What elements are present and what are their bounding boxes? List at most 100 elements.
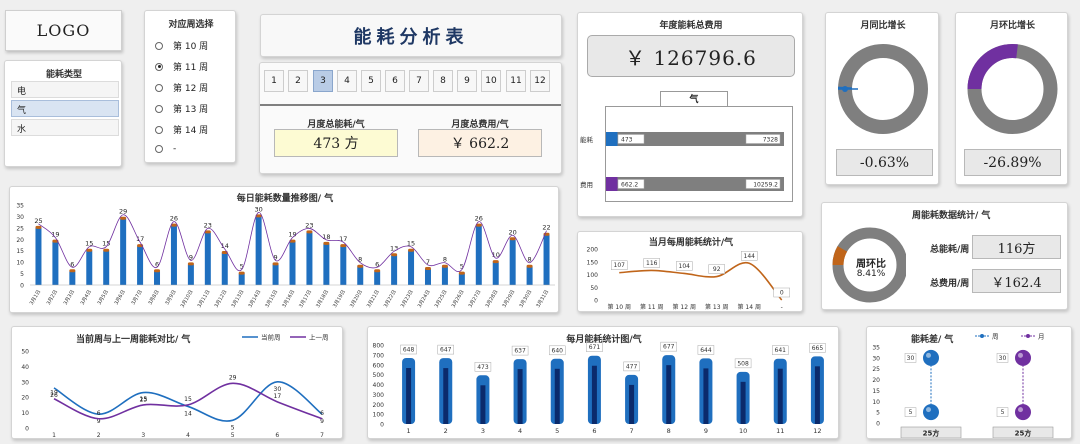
compare-chart-panel: 当前周与上一周能耗对比/ 气 0 10 20 30 40 50 1 2 3 4 5 6 7 26 9 23 14… bbox=[11, 326, 343, 439]
diff-data-label: 5 bbox=[1001, 409, 1005, 416]
week-option-10[interactable]: 第 10 周 bbox=[155, 39, 208, 52]
monthly-bar-inner bbox=[703, 368, 709, 424]
daily-x-tick-label: 3月21日 bbox=[366, 289, 381, 309]
monthly-cost-value: ￥ 662.2 bbox=[418, 129, 542, 157]
week-select-panel: 对应周选择 第 10 周 第 11 周 第 12 周 第 13 周 第 14 周… bbox=[144, 10, 236, 163]
month-button-3[interactable]: 3 bbox=[313, 70, 333, 92]
daily-bar bbox=[69, 271, 76, 285]
daily-bar bbox=[221, 253, 228, 285]
annual-total-label: 10259.2 bbox=[753, 182, 778, 189]
daily-chart: 05101520253035253月1日193月2日63月3日153月4日153… bbox=[16, 203, 555, 309]
week-option-12[interactable]: 第 12 周 bbox=[155, 81, 208, 94]
weekly-data-label: 92 bbox=[713, 266, 721, 273]
weekly-ring-label: 周环比 bbox=[856, 259, 886, 270]
monthly-data-label: 641 bbox=[775, 347, 787, 354]
weekly-x-tick-label: 第 11 周 bbox=[640, 303, 663, 311]
week-option-13[interactable]: 第 13 周 bbox=[155, 102, 208, 115]
month-button-10[interactable]: 10 bbox=[481, 70, 501, 92]
weekly-cost-value: ￥162.4 bbox=[972, 269, 1061, 293]
diff-point bbox=[1015, 404, 1031, 421]
energy-type-item-electric[interactable]: 电 bbox=[11, 81, 119, 98]
month-button-1[interactable]: 1 bbox=[264, 70, 284, 92]
daily-x-tick-label: 3月28日 bbox=[484, 289, 499, 309]
daily-x-tick-label: 3月17日 bbox=[298, 289, 313, 309]
monthly-x-tick-label: 4 bbox=[518, 427, 522, 435]
yoy-marker-dot bbox=[842, 86, 848, 92]
monthly-y-tick-label: 0 bbox=[380, 422, 384, 429]
weekly-y-tick-label: 50 bbox=[590, 285, 598, 292]
energy-type-item-gas[interactable]: 气 bbox=[11, 100, 119, 117]
daily-x-tick-label: 3月4日 bbox=[80, 289, 93, 306]
compare-data-label: 19 bbox=[50, 390, 58, 397]
weekly-stats-title: 周能耗数据统计/ 气 bbox=[912, 211, 991, 221]
daily-bar-cap bbox=[306, 230, 313, 234]
compare-data-label: 17 bbox=[274, 393, 282, 400]
daily-x-tick-label: 3月10日 bbox=[180, 289, 195, 309]
daily-bar bbox=[154, 271, 161, 285]
month-button-8[interactable]: 8 bbox=[433, 70, 453, 92]
daily-bar bbox=[52, 241, 59, 285]
monthly-bar-inner bbox=[517, 369, 523, 424]
monthly-energy-value: 473 方 bbox=[274, 129, 398, 157]
compare-legend-label: 当前周 bbox=[261, 333, 281, 342]
daily-x-tick-label: 3月9日 bbox=[164, 289, 177, 306]
daily-bar-cap bbox=[424, 267, 431, 270]
month-button-2[interactable]: 2 bbox=[288, 70, 308, 92]
monthly-data-label: 648 bbox=[403, 347, 415, 354]
week-option-none[interactable]: - bbox=[155, 144, 176, 154]
monthly-bar-inner bbox=[406, 368, 412, 424]
monthly-data-label: 644 bbox=[700, 347, 712, 354]
diff-y-tick-label: 20 bbox=[872, 377, 880, 384]
daily-x-tick-label: 3月29日 bbox=[501, 289, 516, 309]
daily-bar-cap bbox=[374, 269, 381, 273]
daily-chart-panel: 每日能耗数量推移图/ 气 0 5 10 15 20 25 30 35 25 3月1日 19 3月2日 6… bbox=[9, 186, 559, 313]
radio-icon[interactable] bbox=[155, 83, 163, 92]
daily-x-tick-label: 3月7日 bbox=[130, 289, 143, 306]
daily-bar-cap bbox=[357, 264, 364, 268]
yoy-value: -0.63% bbox=[836, 149, 933, 176]
month-button-9[interactable]: 9 bbox=[457, 70, 477, 92]
mom-value: -26.89% bbox=[964, 149, 1061, 176]
daily-bar bbox=[137, 246, 144, 285]
diff-y-tick-label: 0 bbox=[876, 421, 880, 428]
month-button-6[interactable]: 6 bbox=[385, 70, 405, 92]
radio-icon[interactable] bbox=[155, 125, 163, 134]
monthly-y-tick-label: 800 bbox=[373, 343, 385, 350]
week-select-title: 对应周选择 bbox=[168, 20, 214, 30]
daily-y-tick-label: 25 bbox=[16, 225, 24, 232]
month-button-5[interactable]: 5 bbox=[361, 70, 381, 92]
diff-y-tick-label: 35 bbox=[872, 345, 880, 352]
week-option-14[interactable]: 第 14 周 bbox=[155, 123, 208, 136]
month-button-12[interactable]: 12 bbox=[530, 70, 550, 92]
annual-bars-chart: 能耗 473 7328 费用 662.2 10259.2 bbox=[580, 132, 784, 191]
radio-icon[interactable] bbox=[155, 145, 163, 153]
weekly-x-tick-label: 第 12 周 bbox=[673, 303, 696, 311]
monthly-x-tick-label: 3 bbox=[481, 427, 485, 435]
daily-x-tick-label: 3月6日 bbox=[113, 289, 126, 306]
monthly-data-label: 637 bbox=[514, 348, 526, 355]
mom-donut bbox=[967, 44, 1058, 134]
daily-x-tick-label: 3月14日 bbox=[247, 289, 262, 309]
annual-value-label: 473 bbox=[621, 137, 633, 144]
week-option-label: 第 11 周 bbox=[173, 63, 209, 73]
annual-total-label: 7328 bbox=[763, 137, 778, 144]
daily-x-tick-label: 3月23日 bbox=[400, 289, 415, 309]
monthly-data-label: 677 bbox=[663, 344, 675, 351]
radio-icon[interactable] bbox=[155, 41, 163, 50]
diff-legend-label: 周 bbox=[992, 333, 999, 341]
week-option-11[interactable]: 第 11 周 bbox=[155, 60, 208, 73]
mom-panel: 月环比增长 -26.89% bbox=[955, 12, 1068, 185]
month-button-11[interactable]: 11 bbox=[506, 70, 526, 92]
diff-y-tick-label: 25 bbox=[872, 366, 880, 373]
month-button-4[interactable]: 4 bbox=[337, 70, 357, 92]
daily-bar bbox=[323, 243, 330, 285]
daily-bar bbox=[424, 269, 431, 285]
compare-data-label: 5 bbox=[231, 424, 235, 431]
month-button-7[interactable]: 7 bbox=[409, 70, 429, 92]
daily-x-tick-label: 3月30日 bbox=[518, 289, 533, 309]
diff-point-highlight bbox=[1018, 352, 1023, 358]
radio-icon[interactable] bbox=[155, 104, 163, 113]
energy-type-item-water[interactable]: 水 bbox=[11, 119, 119, 136]
radio-icon[interactable] bbox=[155, 62, 163, 71]
compare-legend-label: 上一周 bbox=[309, 333, 329, 342]
